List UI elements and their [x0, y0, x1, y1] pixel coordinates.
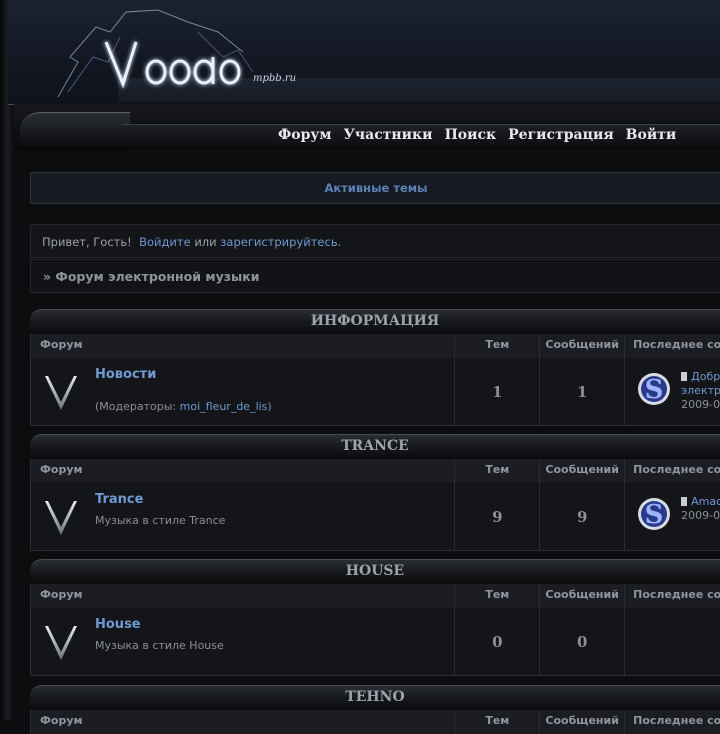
- category-title[interactable]: HOUSE: [30, 563, 720, 579]
- posts-count: 9: [540, 483, 626, 550]
- category-header: TEHNO: [30, 685, 720, 710]
- forum-v-icon: [45, 501, 77, 535]
- col-posts: Сообщений: [540, 584, 626, 608]
- moderators-close: ): [267, 400, 272, 413]
- nav-left-cap: [20, 112, 130, 147]
- forum-v-icon: [45, 376, 77, 410]
- category-tehno: TEHNO Форум Тем Сообщений Последнее сооб…: [30, 685, 720, 734]
- forum-moderators: (Модераторы: moi_fleur_de_lis): [95, 400, 272, 413]
- category-title[interactable]: ИНФОРМАЦИЯ: [30, 313, 720, 329]
- category-header: HOUSE: [30, 559, 720, 584]
- forum-row: House Музыка в стиле House 0 0: [30, 608, 720, 676]
- active-topics-link[interactable]: Активные темы: [324, 181, 427, 195]
- moderator-link[interactable]: moi_fleur_de_lis: [180, 400, 268, 413]
- forum-description: Музыка в стиле House: [95, 639, 224, 652]
- nav-forum[interactable]: Форум: [272, 124, 338, 146]
- site-header: mpbb.ru: [8, 0, 720, 105]
- col-topics: Тем: [455, 459, 541, 483]
- col-forum: Форум: [31, 334, 456, 358]
- column-headers: Форум Тем Сообщений Последнее сообщение: [30, 459, 720, 483]
- nav-search[interactable]: Поиск: [439, 124, 503, 146]
- nav-login[interactable]: Войти: [620, 124, 683, 146]
- forum-title-link[interactable]: Trance: [95, 492, 143, 507]
- last-post-title[interactable]: Amac: [691, 495, 720, 508]
- nav-register[interactable]: Регистрация: [502, 124, 620, 146]
- last-post-cell: S Добр электр 2009-0: [625, 358, 720, 425]
- forum-description: Музыка в стиле Trance: [95, 514, 226, 527]
- col-forum: Форум: [31, 584, 456, 608]
- breadcrumb[interactable]: » Форум электронной музыки: [30, 259, 720, 293]
- document-icon: [681, 372, 688, 381]
- category-header: TRANCE: [30, 434, 720, 459]
- col-posts: Сообщений: [540, 710, 626, 734]
- column-headers: Форум Тем Сообщений Последнее сообщение: [30, 584, 720, 608]
- posts-count: 0: [540, 608, 626, 675]
- col-posts: Сообщений: [540, 459, 626, 483]
- greeting-text: Привет, Гость!: [42, 235, 132, 249]
- document-icon: [681, 497, 688, 506]
- user-avatar-icon[interactable]: S: [637, 497, 671, 531]
- col-last-post: Последнее сообщение: [633, 588, 720, 601]
- column-headers: Форум Тем Сообщений Последнее сообщение: [30, 334, 720, 358]
- category-trance: TRANCE Форум Тем Сообщений Последнее соо…: [30, 434, 720, 551]
- col-topics: Тем: [455, 584, 541, 608]
- topics-count: 0: [455, 608, 541, 675]
- col-topics: Тем: [455, 710, 541, 734]
- nav-members[interactable]: Участники: [338, 124, 439, 146]
- last-post-cell: S Amac 2009-0: [625, 483, 720, 550]
- forum-v-icon: [45, 626, 77, 660]
- column-headers: Форум Тем Сообщений Последнее сообщение: [30, 710, 720, 734]
- guest-greeting: Привет, Гость! Войдите или зарегистрируй…: [30, 224, 720, 258]
- forum-cell: House Музыка в стиле House: [31, 608, 456, 675]
- category-house: HOUSE Форум Тем Сообщений Последнее сооб…: [30, 559, 720, 676]
- last-post-cell: [625, 608, 720, 675]
- category-title[interactable]: TEHNO: [30, 689, 720, 705]
- svg-text:S: S: [645, 500, 664, 530]
- forum-row: Новости (Модераторы: moi_fleur_de_lis) 1…: [30, 358, 720, 426]
- last-post-topic[interactable]: Amac: [681, 495, 720, 508]
- category-information: ИНФОРМАЦИЯ Форум Тем Сообщений Последнее…: [30, 309, 720, 426]
- greeting-or: или: [194, 235, 217, 249]
- last-post-date: 2009-0: [681, 509, 720, 522]
- register-link[interactable]: зарегистрируйтесь: [220, 235, 337, 249]
- col-last-post: Последнее сообщение: [633, 714, 720, 727]
- last-post-topic[interactable]: Добр: [681, 370, 720, 383]
- last-post-title[interactable]: Добр: [691, 370, 720, 383]
- col-topics: Тем: [455, 334, 541, 358]
- last-post-topic-cont[interactable]: электр: [681, 384, 720, 397]
- moderators-label: (Модераторы:: [95, 400, 177, 413]
- category-header: ИНФОРМАЦИЯ: [30, 309, 720, 334]
- topics-count: 1: [455, 358, 541, 425]
- col-last-post: Последнее сообщение: [633, 463, 720, 476]
- login-link[interactable]: Войдите: [139, 235, 191, 249]
- category-title[interactable]: TRANCE: [30, 438, 720, 454]
- forum-row: Trance Музыка в стиле Trance 9 9 S Amac …: [30, 483, 720, 551]
- forum-title-link[interactable]: Новости: [95, 367, 156, 382]
- logo-domain-text: mpbb.ru: [253, 73, 297, 84]
- user-avatar-icon[interactable]: S: [637, 372, 671, 406]
- col-last-post: Последнее сообщение: [633, 338, 720, 351]
- left-border-strip: [0, 0, 14, 720]
- voodoo-logo-icon: [57, 9, 254, 98]
- col-forum: Форум: [31, 459, 456, 483]
- posts-count: 1: [540, 358, 626, 425]
- forum-cell: Trance Музыка в стиле Trance: [31, 483, 456, 550]
- last-post-date: 2009-0: [681, 398, 720, 411]
- col-posts: Сообщений: [540, 334, 626, 358]
- active-topics-box: Активные темы: [30, 172, 720, 204]
- forum-title-link[interactable]: House: [95, 617, 141, 632]
- topics-count: 9: [455, 483, 541, 550]
- main-nav: Форум Участники Поиск Регистрация Войти: [272, 124, 682, 146]
- site-logo[interactable]: [48, 2, 308, 102]
- forum-cell: Новости (Модераторы: moi_fleur_de_lis): [31, 358, 456, 425]
- svg-text:S: S: [645, 375, 664, 405]
- greeting-dot: .: [337, 235, 342, 249]
- col-forum: Форум: [31, 710, 456, 734]
